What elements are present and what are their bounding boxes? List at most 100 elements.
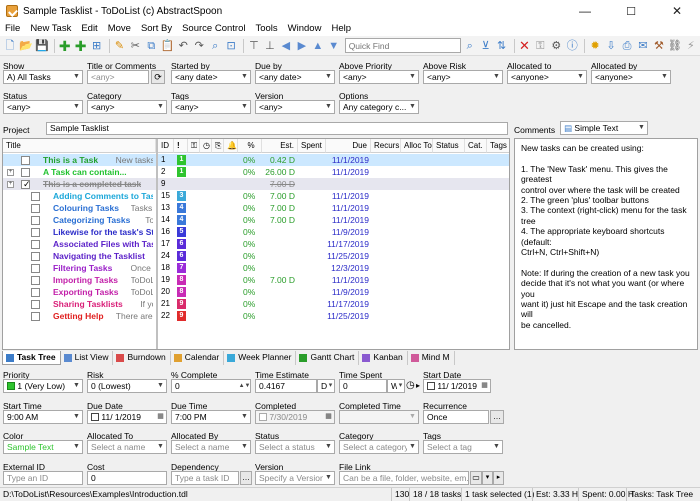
delete-task-icon[interactable]: ✕ — [517, 38, 531, 54]
sort-icon[interactable]: ⇅ — [495, 38, 509, 54]
priority-badge[interactable]: 1 — [177, 155, 186, 165]
priority-badge[interactable]: 8 — [177, 275, 186, 285]
due-time-select[interactable]: 7:00 PM ▼ — [171, 410, 251, 424]
open-folder-icon[interactable]: 📂 — [19, 38, 33, 54]
time-estimate-input[interactable]: 0.4167 — [255, 379, 317, 393]
column-alloc-to[interactable]: Alloc To — [401, 139, 433, 153]
start-time-select[interactable]: 9:00 AM ▼ — [3, 410, 83, 424]
menu-help[interactable]: Help — [326, 22, 356, 36]
priority-badge[interactable]: 6 — [177, 251, 186, 261]
priority-badge[interactable]: 5 — [177, 227, 186, 237]
move-left-icon[interactable]: ◀ — [279, 38, 293, 54]
task-checkbox[interactable] — [31, 192, 40, 201]
completed-date-picker[interactable]: 7/30/2019 ▦ — [255, 410, 335, 424]
menu-edit[interactable]: Edit — [76, 22, 102, 36]
move-right-icon[interactable]: ▶ — [295, 38, 309, 54]
task-checkbox[interactable] — [21, 168, 30, 177]
cut-icon[interactable]: ✂ — [128, 38, 142, 54]
column-percent[interactable]: % — [238, 139, 262, 153]
due-date-picker[interactable]: 11/ 1/2019 ▦ — [87, 410, 167, 424]
risk-filter-select[interactable]: <any> ▼ — [423, 70, 503, 84]
close-button[interactable]: ✕ — [654, 0, 700, 22]
task-checkbox[interactable] — [31, 264, 40, 273]
color-select[interactable]: Sample Text ▼ — [3, 440, 83, 454]
external-id-input[interactable]: Type an ID — [3, 471, 83, 485]
expand-toggle-icon[interactable]: + — [7, 181, 14, 188]
cost-input[interactable]: 0 — [87, 471, 167, 485]
quick-find-input[interactable] — [344, 38, 461, 53]
edit-pencil-icon[interactable]: ✎ — [112, 38, 126, 54]
allocated-to-select[interactable]: Select a name ▼ — [87, 440, 167, 454]
column-id[interactable]: ID — [158, 139, 174, 153]
comments-editor[interactable]: New tasks can be created using: 1. The 'N… — [514, 138, 698, 350]
menu-sort-by[interactable]: Sort By — [136, 22, 177, 36]
comments-format-select[interactable]: ▤ Simple Text ▼ — [560, 121, 648, 135]
risk-select[interactable]: 0 (Lowest) ▼ — [87, 379, 167, 393]
move-down-icon[interactable]: ▼ — [327, 38, 341, 54]
task-row[interactable]: Categorizing Tasks To ad... 14 4 0% 7.00 D 11/… — [3, 214, 509, 226]
find-next-icon[interactable]: ⌕ — [463, 38, 477, 54]
priority-badge[interactable]: 7 — [177, 263, 186, 273]
column-category[interactable]: Cat. — [465, 139, 487, 153]
task-checkbox[interactable] — [31, 252, 40, 261]
new-task-plus-icon[interactable]: ✚ — [58, 38, 72, 54]
print-preview-icon[interactable]: ⊡ — [224, 38, 238, 54]
task-checkbox[interactable] — [31, 240, 40, 249]
maximize-button[interactable]: ☐ — [608, 0, 654, 22]
column-title[interactable]: Title — [3, 139, 156, 153]
task-row[interactable]: Associated Files with Tasks 17 6 0% 11/17/20… — [3, 238, 509, 250]
link-icon[interactable]: ⛓ — [668, 38, 682, 54]
task-checkbox[interactable] — [31, 216, 40, 225]
percent-complete-spinner[interactable]: 0 ▲▼ — [171, 379, 251, 393]
category-select[interactable]: Select a category ▼ — [339, 440, 419, 454]
task-checkbox[interactable] — [31, 276, 40, 285]
category-filter-select[interactable]: <any> ▼ — [87, 100, 167, 114]
dependency-options-icon[interactable]: … — [240, 471, 252, 485]
column-track[interactable]: ◷ — [200, 139, 212, 153]
tab-kanban[interactable]: Kanban — [359, 351, 408, 365]
options-filter-select[interactable]: Any category c... ▼ — [339, 100, 419, 114]
allocated-to-filter-select[interactable]: <anyone> ▼ — [507, 70, 587, 84]
save-icon[interactable]: 💾 — [35, 38, 49, 54]
task-row[interactable]: Filtering Tasks Once you ... 18 7 0% 12/3/201… — [3, 262, 509, 274]
move-up-icon[interactable]: ▲ — [311, 38, 325, 54]
tab-burndown[interactable]: Burndown — [113, 351, 171, 365]
tab-mind-map[interactable]: Mind M — [407, 351, 455, 365]
started-filter-select[interactable]: <any date> ▼ — [171, 70, 251, 84]
task-row[interactable]: + A Task can contain... 2 1 0% 26.00 D 11/1/20… — [3, 166, 509, 178]
priority-badge[interactable]: 3 — [177, 191, 186, 201]
task-row[interactable]: Navigating the Tasklist 24 6 0% 11/25/2019 — [3, 250, 509, 262]
dependency-input[interactable]: Type a task ID — [171, 471, 239, 485]
time-spent-input[interactable]: 0 — [339, 379, 387, 393]
email-icon[interactable]: ✉ — [636, 38, 650, 54]
tags-select[interactable]: Select a tag ▼ — [423, 440, 503, 454]
task-row[interactable]: Importing Tasks ToDoList... 19 8 0% 7.00 D 11/… — [3, 274, 509, 286]
find-tasks-icon[interactable]: ⌕ — [208, 38, 222, 54]
tags-filter-select[interactable]: <any> ▼ — [171, 100, 251, 114]
version-filter-select[interactable]: <any> ▼ — [255, 100, 335, 114]
filter-icon[interactable]: ⊻ — [479, 38, 493, 54]
task-row[interactable]: This is a Task New tasks c... 1 1 0% 0.42 D 11… — [3, 154, 509, 166]
priority-badge[interactable]: 6 — [177, 239, 186, 249]
start-timer-icon[interactable]: ◷ — [406, 379, 416, 393]
project-name-input[interactable]: Sample Tasklist — [46, 122, 508, 135]
file-link-go-icon[interactable]: ▸ — [493, 471, 504, 485]
task-checkbox[interactable] — [31, 312, 40, 321]
task-checkbox[interactable] — [21, 156, 30, 165]
copy-icon[interactable]: ⧉ — [144, 38, 158, 54]
task-row[interactable]: Exporting Tasks ToDoList... 20 8 0% 11/9/2019 — [3, 286, 509, 298]
status-select[interactable]: Select a status ▼ — [255, 440, 335, 454]
expand-tree-icon[interactable]: ⊤ — [247, 38, 261, 54]
column-estimate[interactable]: Est. — [262, 139, 298, 153]
tab-week-planner[interactable]: Week Planner — [224, 351, 297, 365]
column-status[interactable]: Status — [433, 139, 465, 153]
tab-list-view[interactable]: List View — [60, 351, 114, 365]
lightning-icon[interactable]: ⚡ — [684, 38, 698, 54]
checkbox-checked-icon[interactable] — [91, 413, 99, 421]
task-row[interactable]: +✓This is a completed taskA...97.00 D — [3, 178, 509, 190]
time-spent-unit[interactable]: W ▾ — [387, 379, 405, 393]
task-checkbox[interactable] — [31, 228, 40, 237]
column-attachment[interactable]: ⎘ — [212, 139, 224, 153]
allocated-by-filter-select[interactable]: <anyone> ▼ — [591, 70, 671, 84]
refresh-filter-icon[interactable]: ⟳ — [151, 70, 165, 84]
